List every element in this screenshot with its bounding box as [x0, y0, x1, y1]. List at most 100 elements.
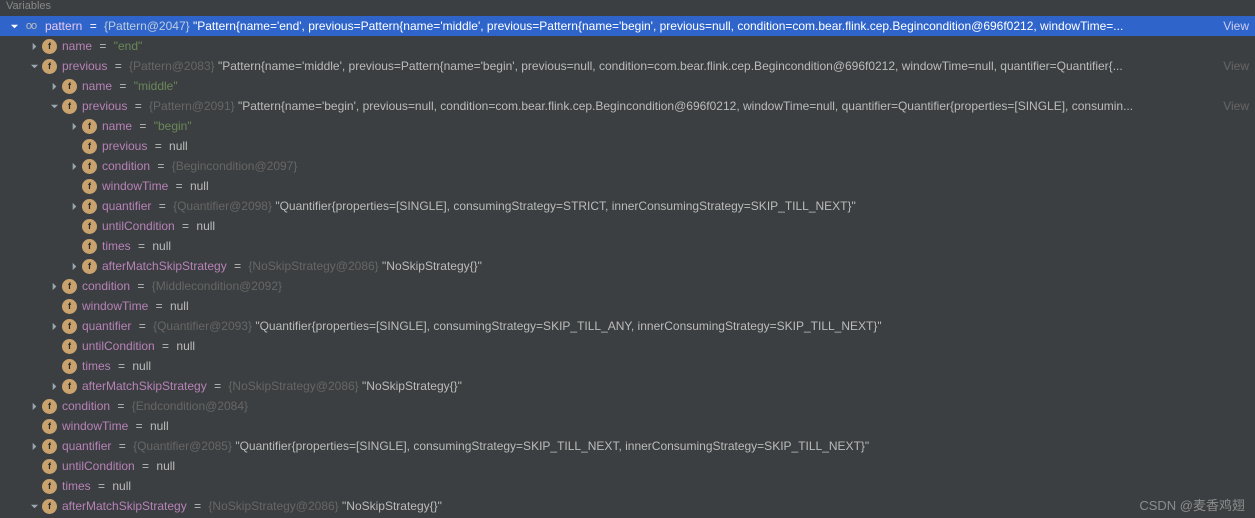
row-content[interactable]: windowTime = null [82, 299, 1255, 313]
tree-row[interactable]: f afterMatchSkipStrategy = {NoSkipStrateg… [0, 256, 1255, 276]
tree-row[interactable]: fwindowTime = null [0, 296, 1255, 316]
row-content[interactable]: name = "middle" [82, 79, 1255, 93]
chevron-down-icon[interactable] [48, 100, 60, 112]
row-content[interactable]: untilCondition = null [102, 219, 1255, 233]
variables-tree[interactable]: oopattern = {Pattern@2047} "Pattern{name… [0, 14, 1255, 516]
row-content[interactable]: times = null [62, 479, 1255, 493]
variable-name: previous [82, 99, 127, 113]
tree-row[interactable]: fquantifier = {Quantifier@2093} "Quantif… [0, 316, 1255, 336]
field-icon: f [42, 39, 57, 54]
variable-name: condition [102, 159, 150, 173]
variable-name: quantifier [62, 439, 111, 453]
tree-row[interactable]: ftimes = null [0, 356, 1255, 376]
row-content[interactable]: quantifier = {Quantifier@2098} "Quantifi… [102, 199, 1255, 213]
tree-row[interactable]: f untilCondition = null [0, 456, 1255, 476]
variable-name: quantifier [102, 199, 151, 213]
row-content[interactable]: previous = {Pattern@2083} "Pattern{name=… [62, 59, 1219, 73]
object-ref: {Quantifier@2098} [173, 199, 272, 213]
row-content[interactable]: condition = {Middlecondition@2092} [82, 279, 1255, 293]
view-link[interactable]: View [1223, 59, 1249, 73]
tree-row[interactable]: fwindowTime = null [0, 176, 1255, 196]
chevron-down-icon[interactable] [8, 20, 20, 32]
row-content[interactable]: times = null [102, 239, 1255, 253]
row-content[interactable]: name = "end" [62, 39, 1255, 53]
equals-sign: = [115, 439, 129, 453]
tree-row[interactable]: fcondition = {Endcondition@2084} [0, 396, 1255, 416]
equals-sign: = [231, 259, 245, 273]
row-content[interactable]: afterMatchSkipStrategy = {NoSkipStrategy… [82, 379, 1255, 393]
row-content[interactable]: untilCondition = null [82, 339, 1255, 353]
equals-sign: = [115, 359, 129, 373]
equals-sign: = [136, 119, 150, 133]
tree-row[interactable]: ftimes = null [0, 476, 1255, 496]
field-icon: f [42, 459, 57, 474]
tree-row[interactable]: fprevious = {Pattern@2083} "Pattern{name… [0, 56, 1255, 76]
tree-row[interactable]: f untilCondition = null [0, 336, 1255, 356]
tree-row[interactable]: fwindowTime = null [0, 416, 1255, 436]
row-content[interactable]: condition = {Begincondition@2097} [102, 159, 1255, 173]
chevron-right-icon[interactable] [48, 380, 60, 392]
tree-row[interactable]: fprevious = null [0, 136, 1255, 156]
tree-row[interactable]: fname = "middle" [0, 76, 1255, 96]
tree-row[interactable]: fafterMatchSkipStrategy = {NoSkipStrateg… [0, 376, 1255, 396]
panel-title: Variables [0, 0, 1255, 14]
row-content[interactable]: windowTime = null [102, 179, 1255, 193]
chevron-right-icon[interactable] [68, 160, 80, 172]
chevron-right-icon[interactable] [28, 40, 40, 52]
field-icon: f [62, 339, 77, 354]
view-link[interactable]: View [1223, 99, 1249, 113]
chevron-right-icon[interactable] [48, 80, 60, 92]
chevron-right-icon[interactable] [68, 200, 80, 212]
field-icon: f [82, 219, 97, 234]
row-content[interactable]: afterMatchSkipStrategy = {NoSkipStrategy… [102, 259, 1255, 273]
tree-row[interactable]: oopattern = {Pattern@2047} "Pattern{name… [0, 16, 1255, 36]
row-content[interactable]: untilCondition = null [62, 459, 1255, 473]
field-icon: f [82, 259, 97, 274]
chevron-down-icon[interactable] [28, 500, 40, 512]
equals-sign: = [116, 79, 130, 93]
row-content[interactable]: pattern = {Pattern@2047} "Pattern{name='… [45, 19, 1219, 33]
null-value: null [169, 139, 188, 153]
view-link[interactable]: View [1223, 19, 1249, 33]
row-content[interactable]: previous = {Pattern@2091} "Pattern{name=… [82, 99, 1219, 113]
field-icon: f [82, 159, 97, 174]
tree-row[interactable]: ftimes = null [0, 236, 1255, 256]
tree-row[interactable]: fname = "begin" [0, 116, 1255, 136]
row-content[interactable]: afterMatchSkipStrategy = {NoSkipStrategy… [62, 499, 1255, 513]
row-content[interactable]: quantifier = {Quantifier@2093} "Quantifi… [82, 319, 1255, 333]
equals-sign: = [86, 19, 100, 33]
variable-name: times [82, 359, 111, 373]
variable-name: afterMatchSkipStrategy [62, 499, 187, 513]
row-content[interactable]: times = null [82, 359, 1255, 373]
chevron-right-icon[interactable] [28, 440, 40, 452]
tree-row[interactable]: fprevious = {Pattern@2091} "Pattern{name… [0, 96, 1255, 116]
tree-row[interactable]: f condition = {Begincondition@2097} [0, 156, 1255, 176]
variable-name: windowTime [82, 299, 148, 313]
chevron-right-icon[interactable] [28, 400, 40, 412]
chevron-right-icon[interactable] [68, 120, 80, 132]
row-content[interactable]: name = "begin" [102, 119, 1255, 133]
variable-name: name [82, 79, 112, 93]
object-ref: {NoSkipStrategy@2086} [208, 499, 338, 513]
chevron-right-icon[interactable] [48, 280, 60, 292]
tostring-value: "NoSkipStrategy{}" [359, 379, 462, 393]
string-value: "end" [114, 39, 143, 53]
tree-row[interactable]: f untilCondition = null [0, 216, 1255, 236]
tree-row[interactable]: fcondition = {Middlecondition@2092} [0, 276, 1255, 296]
object-ref: {Pattern@2083} [129, 59, 215, 73]
chevron-right-icon[interactable] [48, 320, 60, 332]
tree-row[interactable]: fafterMatchSkipStrategy = {NoSkipStrateg… [0, 496, 1255, 516]
equals-sign: = [179, 219, 193, 233]
variable-name: pattern [45, 19, 82, 33]
row-content[interactable]: condition = {Endcondition@2084} [62, 399, 1255, 413]
row-content[interactable]: previous = null [102, 139, 1255, 153]
chevron-right-icon[interactable] [68, 260, 80, 272]
row-content[interactable]: windowTime = null [62, 419, 1255, 433]
tree-row[interactable]: fquantifier = {Quantifier@2098} "Quantif… [0, 196, 1255, 216]
chevron-down-icon[interactable] [28, 60, 40, 72]
tree-row[interactable]: fquantifier = {Quantifier@2085} "Quantif… [0, 436, 1255, 456]
equals-sign: = [114, 399, 128, 413]
tree-row[interactable]: f name = "end" [0, 36, 1255, 56]
row-content[interactable]: quantifier = {Quantifier@2085} "Quantifi… [62, 439, 1255, 453]
null-value: null [112, 479, 131, 493]
